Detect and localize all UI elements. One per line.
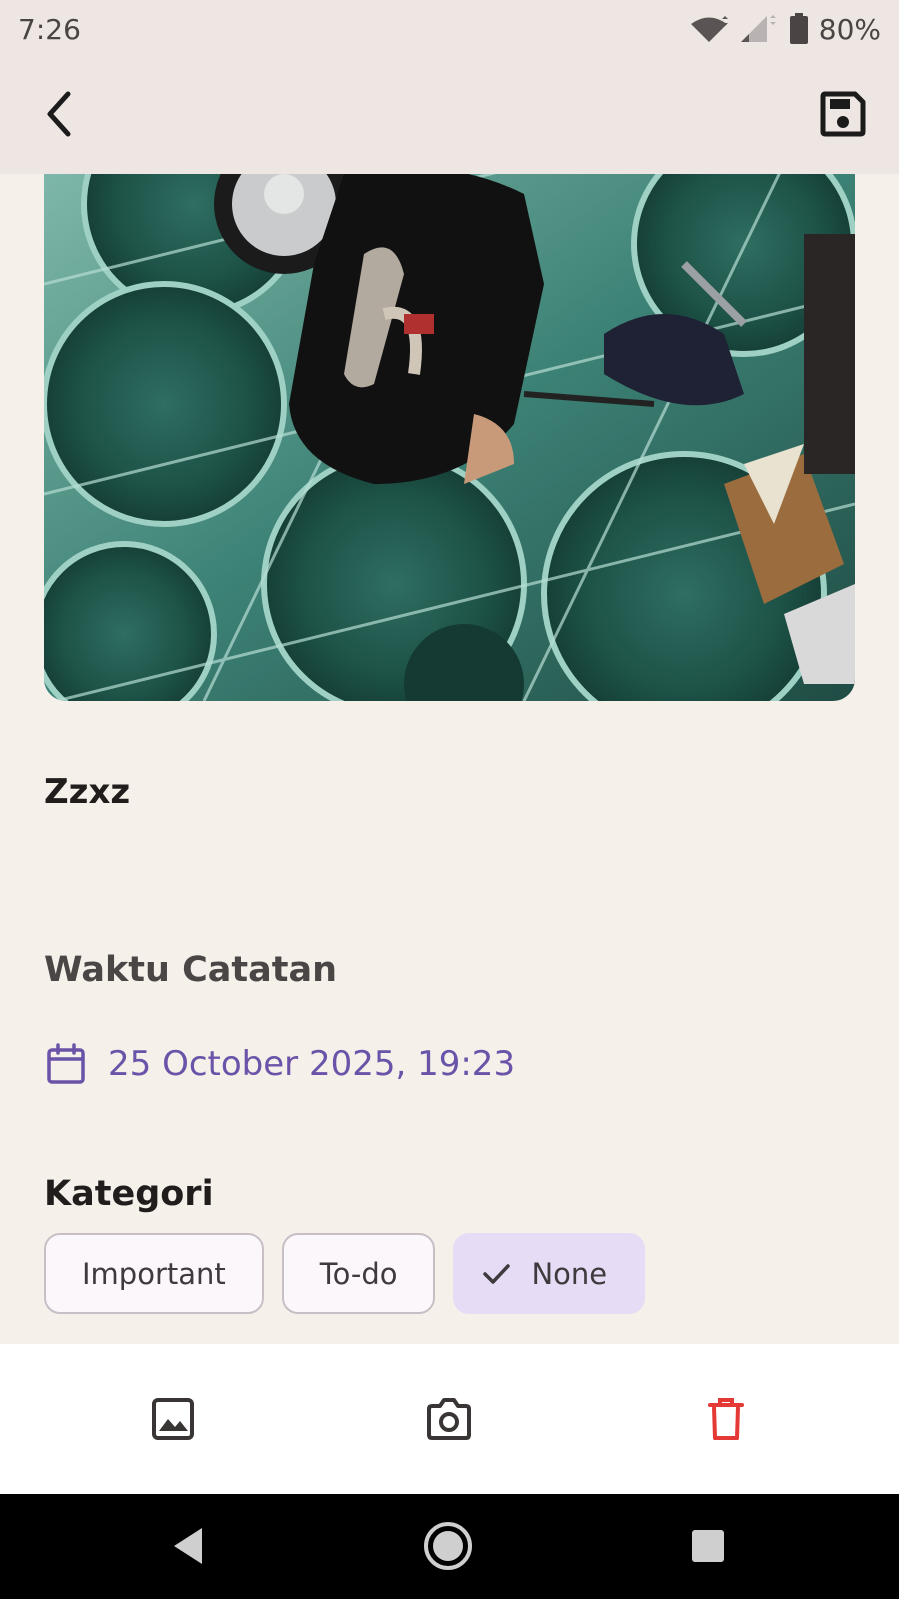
app-bar bbox=[0, 58, 899, 174]
attached-photo[interactable] bbox=[44, 174, 855, 701]
check-icon bbox=[483, 1263, 511, 1284]
bottom-action-bar bbox=[0, 1344, 899, 1494]
photo-image bbox=[44, 174, 855, 701]
status-bar: 7:26 80% bbox=[0, 0, 899, 58]
nav-home-icon bbox=[424, 1522, 472, 1570]
back-button[interactable] bbox=[36, 88, 88, 140]
calendar-icon bbox=[47, 1043, 85, 1084]
nav-home-button[interactable] bbox=[418, 1516, 478, 1576]
gallery-button[interactable] bbox=[143, 1389, 203, 1449]
wifi-icon bbox=[690, 16, 728, 42]
camera-icon bbox=[427, 1398, 471, 1440]
nav-recents-button[interactable] bbox=[678, 1516, 738, 1576]
back-arrow-icon bbox=[47, 91, 71, 137]
chip-none[interactable]: None bbox=[453, 1233, 646, 1314]
chip-label: None bbox=[531, 1256, 608, 1291]
save-icon bbox=[820, 91, 866, 137]
trash-icon bbox=[708, 1398, 744, 1440]
signal-icon bbox=[740, 15, 776, 42]
date-picker-row[interactable]: 25 October 2025, 19:23 bbox=[44, 1042, 515, 1086]
camera-button[interactable] bbox=[419, 1389, 479, 1449]
note-edit-screen: 7:26 80% Zzxz Waktu Catatan 25 October 2… bbox=[0, 0, 899, 1599]
nav-back-icon bbox=[174, 1528, 202, 1564]
battery-percent: 80% bbox=[818, 12, 881, 46]
status-time: 7:26 bbox=[18, 12, 81, 46]
status-icons: 80% bbox=[689, 13, 881, 46]
save-button[interactable] bbox=[817, 88, 869, 140]
note-content: Zzxz Waktu Catatan 25 October 2025, 19:2… bbox=[0, 174, 899, 1344]
image-icon bbox=[152, 1398, 194, 1440]
nav-recents-icon bbox=[692, 1530, 724, 1562]
chip-todo[interactable]: To-do bbox=[281, 1233, 436, 1314]
delete-button[interactable] bbox=[696, 1389, 756, 1449]
battery-icon bbox=[789, 13, 808, 44]
chip-label: To-do bbox=[319, 1256, 398, 1291]
chip-important[interactable]: Important bbox=[44, 1233, 264, 1314]
time-section-label: Waktu Catatan bbox=[44, 950, 338, 990]
note-date: 25 October 2025, 19:23 bbox=[108, 1044, 516, 1084]
nav-back-button[interactable] bbox=[158, 1516, 218, 1576]
system-nav-bar bbox=[0, 1494, 899, 1599]
note-title[interactable]: Zzxz bbox=[44, 772, 130, 812]
category-section-label: Kategori bbox=[44, 1174, 214, 1214]
chip-label: Important bbox=[82, 1256, 226, 1291]
category-chips: Important To-do None bbox=[44, 1233, 646, 1314]
